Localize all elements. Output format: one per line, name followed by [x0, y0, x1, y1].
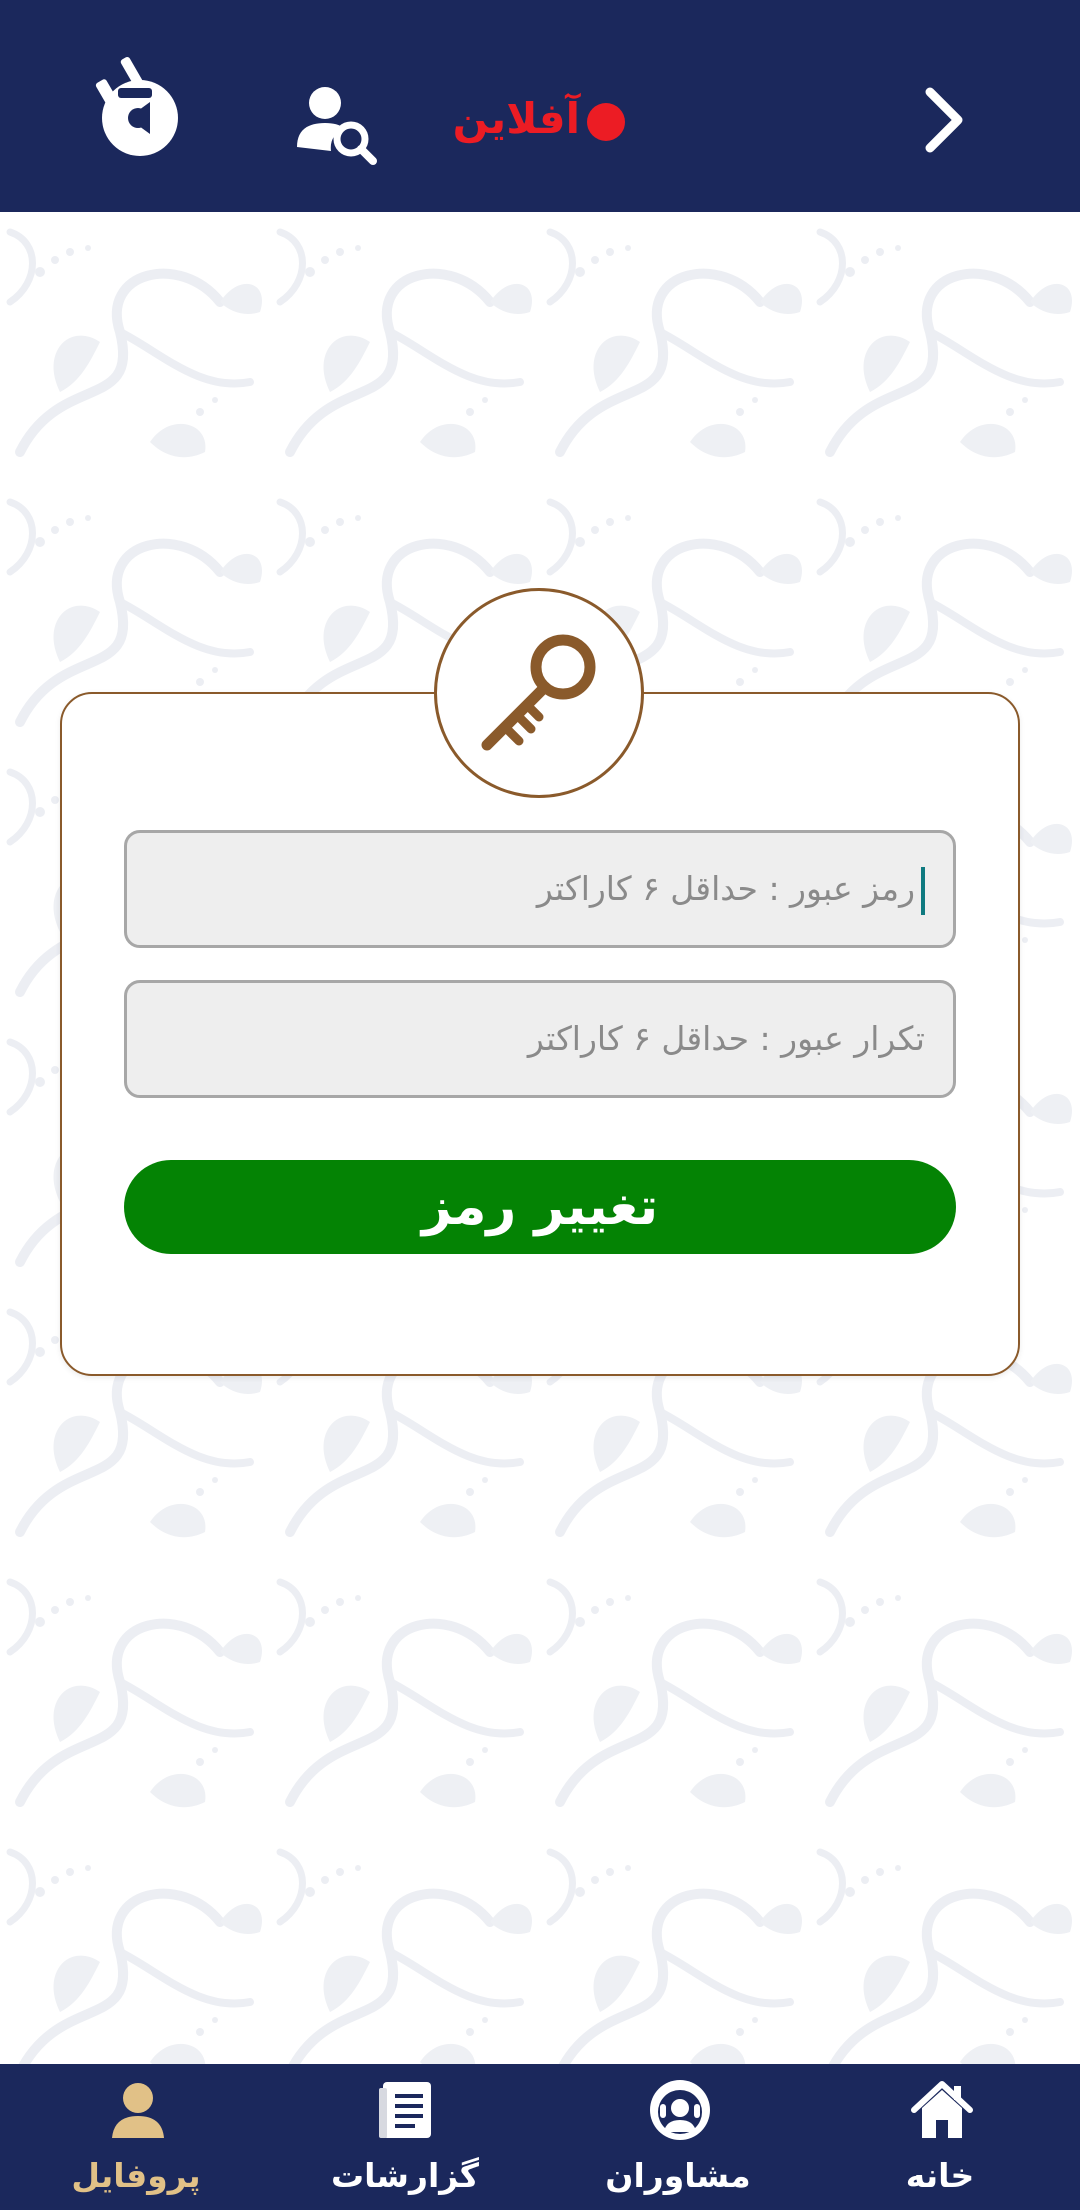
nav-item-reports[interactable]: گزارشات [305, 2064, 505, 2210]
change-password-button[interactable]: تغییر رمز [124, 1160, 956, 1254]
confirm-password-field[interactable]: تکرار عبور : حداقل ۶ کاراکتر [124, 980, 956, 1098]
nav-label-reports: گزارشات [330, 2156, 480, 2195]
nav-label-profile: پروفایل [71, 2156, 201, 2195]
status-dot-icon [587, 103, 625, 141]
back-button[interactable] [900, 70, 990, 170]
status-label: آفلاین [452, 94, 580, 143]
confirm-password-placeholder: تکرار عبور : حداقل ۶ کاراکتر [527, 1019, 925, 1058]
nav-label-home: خانه [905, 2156, 975, 2195]
user-icon [112, 2083, 164, 2138]
nav-item-home[interactable]: خانه [840, 2064, 1040, 2210]
change-password-label: تغییر رمز [421, 1177, 659, 1237]
home-icon [911, 2081, 973, 2138]
key-icon [481, 634, 596, 751]
bottom-nav: پروفایل گزارشات مشاوران خانه [0, 2064, 1080, 2210]
chevron-right-icon [925, 87, 963, 153]
connection-status: آفلاین [453, 90, 650, 150]
nav-item-profile[interactable]: پروفایل [36, 2064, 236, 2210]
nav-label-advisors: مشاوران [605, 2156, 751, 2195]
key-badge [434, 588, 644, 798]
user-search-icon [297, 87, 377, 165]
top-app-bar: آفلاین [0, 0, 1080, 212]
nav-item-advisors[interactable]: مشاوران [578, 2064, 778, 2210]
text-caret [921, 867, 925, 915]
document-list-icon [379, 2082, 431, 2138]
app-logo [88, 48, 184, 163]
headset-user-icon [650, 2080, 710, 2140]
password-placeholder: رمز عبور : حداقل ۶ کاراکتر [536, 869, 915, 908]
search-user-button[interactable] [295, 85, 380, 165]
password-field[interactable]: رمز عبور : حداقل ۶ کاراکتر [124, 830, 956, 948]
